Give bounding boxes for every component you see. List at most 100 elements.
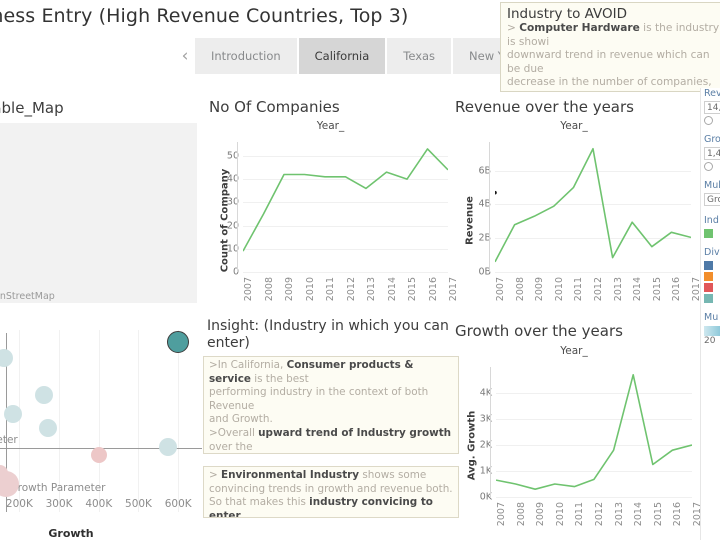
rail-section-label: Rev — [704, 88, 720, 99]
legend-swatch — [704, 229, 713, 238]
rail-section-3: Ind — [704, 215, 720, 238]
x-axis-tick: 2010 — [304, 277, 316, 302]
series-line — [243, 148, 448, 252]
x-axis-tick: 2010 — [553, 277, 565, 302]
revenue-plot-area: 0B 2B 4B 6B 2007 2008 2009 2010 2011 2012 2013 2014… — [478, 142, 702, 301]
rail-section-label: Mu — [704, 312, 719, 323]
revenue-chart-subtitle: Year_ — [560, 120, 588, 132]
legend-item[interactable] — [704, 229, 720, 238]
scatter-point[interactable] — [90, 446, 107, 463]
x-axis-tick: 2011 — [574, 502, 586, 527]
tab-prev-arrow-icon[interactable]: ‹ — [175, 38, 195, 74]
y-axis-line — [490, 367, 491, 497]
growth-panel-title: Growth over the years — [455, 322, 623, 340]
parameter-slider-handle[interactable] — [704, 116, 713, 125]
gridline — [138, 330, 140, 512]
page-title: iness Entry (High Revenue Countries, Top… — [0, 5, 409, 27]
scatter-point[interactable] — [159, 437, 178, 456]
x-axis-tick: 2016 — [672, 502, 684, 527]
companies-chart-subtitle: Year_ — [316, 120, 345, 132]
y-axis-line — [489, 142, 490, 272]
gridline — [496, 497, 692, 498]
insight-note-secondary: > Environmental Industry shows some convi… — [203, 466, 459, 518]
x-axis-tick: 2007 — [243, 277, 254, 302]
parameter-value-field[interactable]: 14, — [704, 101, 720, 114]
companies-panel-title: No Of Companies — [209, 98, 340, 116]
y-axis-line — [237, 142, 238, 272]
scatter-point[interactable] — [38, 418, 57, 437]
tab-texas[interactable]: Texas — [387, 38, 452, 74]
x-axis-tick: 2013 — [612, 277, 624, 302]
tab-california[interactable]: California — [298, 38, 386, 74]
rail-section-label: Ind — [704, 215, 719, 226]
x-axis-tick: 2015 — [651, 277, 663, 302]
x-axis-tick: 2010 — [554, 502, 566, 527]
legend-item[interactable] — [704, 272, 720, 281]
tab-introduction[interactable]: Introduction — [195, 38, 297, 74]
x-axis-tick: 2013 — [613, 502, 625, 527]
legend-swatch — [704, 272, 713, 281]
legend-swatch — [704, 294, 713, 303]
variable-map[interactable]: Canada Mexico Colombia © OpenStreetMap — [0, 123, 197, 303]
legend-swatch — [704, 261, 713, 270]
companies-plot-area: 0 10 20 30 40 50 2007 2008 2009 2010 2011 2012 2013 2… — [227, 142, 459, 301]
gridline — [495, 272, 691, 273]
legend-item[interactable] — [704, 283, 720, 292]
insight-heading: Insight: (Industry in which you can ente… — [207, 318, 449, 351]
rail-section-label: Gro — [704, 134, 720, 145]
parameter-slider-handle[interactable] — [704, 162, 713, 171]
x-axis-tick: 2007 — [496, 502, 507, 527]
x-axis-tick: 2014 — [633, 502, 645, 527]
x-axis-tick: 2015 — [407, 277, 418, 302]
scatter-point[interactable] — [0, 349, 13, 368]
y-axis-tick: 0 — [232, 266, 239, 278]
rail-section-0: Rev 14, — [704, 88, 720, 125]
avoid-panel-body: > Computer Hardware is the industry is s… — [507, 22, 720, 91]
map-ocean — [0, 123, 197, 303]
map-panel-title: riable_Map — [0, 99, 64, 117]
revenue-parameter-label: nue Parameter — [0, 434, 18, 446]
legend-item[interactable] — [704, 261, 720, 270]
growth-y-axis-label: Avg. Growth — [466, 410, 478, 481]
insight-note-primary: >In California, Consumer products & serv… — [203, 356, 459, 454]
scatter-point[interactable] — [4, 405, 23, 424]
legend-swatch — [704, 283, 713, 292]
revenue-panel-title: Revenue over the years — [455, 98, 634, 116]
rail-section-1: Gro 1,4 — [704, 134, 720, 171]
x-axis-tick: 2008 — [515, 502, 527, 527]
x-axis-tick: 2015 — [652, 502, 664, 527]
x-axis-tick: 2009 — [534, 277, 546, 302]
avoid-panel-title: Industry to AVOID — [507, 6, 628, 22]
filter-dropdown[interactable]: Gro — [704, 193, 720, 206]
scatter-x-tick: 600K — [164, 498, 192, 510]
scatter-x-tick: 500K — [125, 498, 152, 510]
x-axis-tick: 2013 — [366, 277, 377, 302]
growth-parameter-label: Growth Parameter — [9, 482, 106, 494]
gridline — [243, 272, 448, 273]
scatter-x-axis-label: Growth — [48, 527, 94, 540]
legend-gradient-tick: 20 — [704, 336, 716, 346]
growth-revenue-scatter[interactable]: Growth 100K200K300K400K500K600KGrowth Pa… — [0, 330, 202, 540]
x-axis-tick: 2007 — [495, 277, 506, 302]
scatter-x-tick: 200K — [5, 498, 33, 510]
series-line — [496, 374, 692, 490]
growth-chart[interactable]: Year_ Avg. Growth 0K 1K 2K 3K 4K 2007 2008 2009… — [448, 345, 704, 535]
rail-section-label: Mul — [704, 180, 720, 191]
x-axis-tick: 2012 — [593, 277, 604, 302]
scatter-x-tick: 400K — [85, 498, 113, 510]
x-axis-tick: 2012 — [345, 277, 357, 302]
x-axis-tick: 2016 — [427, 277, 439, 302]
x-axis-tick: 2009 — [284, 277, 295, 302]
rail-section-label: Div — [704, 247, 720, 258]
scatter-point[interactable] — [35, 386, 53, 405]
x-axis-tick: 2009 — [535, 502, 547, 527]
series-line — [495, 147, 691, 263]
gridline — [178, 330, 180, 512]
legend-rail[interactable]: Rev 14, Gro 1,4 Mul Gro Ind Div Mu 20 — [700, 88, 720, 540]
legend-item[interactable] — [704, 294, 720, 303]
scatter-point-selected[interactable] — [167, 330, 190, 353]
growth-plot-area: 0K 1K 2K 3K 4K 2007 2008 2009 2010 2011 2012 2013 20… — [480, 367, 703, 526]
parameter-value-field[interactable]: 1,4 — [704, 147, 720, 160]
revenue-chart[interactable]: Year_ Revenue 0B 2B 4B 6B 2007 2008 2009 2010 20… — [448, 120, 703, 305]
no-of-companies-chart[interactable]: Year_ Count of Company 0 10 20 30 40 50 2007 20… — [203, 120, 460, 305]
